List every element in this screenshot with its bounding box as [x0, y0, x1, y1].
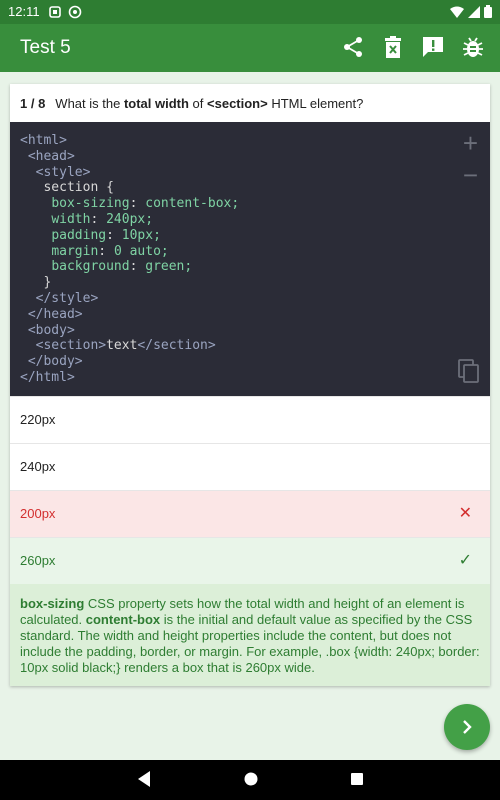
code-value: content-box; [145, 196, 240, 212]
code-value: 0 auto; [113, 243, 169, 259]
code-line: </style> [35, 290, 99, 306]
code-line: <section> [35, 338, 107, 354]
question-text-bold1: total width [123, 96, 189, 111]
notification-icon [49, 6, 61, 18]
code-line: </head> [27, 306, 83, 322]
question-text-pre: What is the [55, 96, 124, 111]
code-line: </body> [27, 354, 83, 370]
share-icon [344, 37, 362, 57]
code-line: <html> [20, 133, 67, 148]
delete-icon [385, 36, 401, 58]
answer-option[interactable]: 240px [10, 443, 490, 490]
code-prop: margin [51, 243, 99, 259]
report-button[interactable] [420, 34, 446, 60]
answer-label: 260px [20, 553, 56, 568]
code-prop: box-sizing [51, 196, 130, 212]
zoom-out-button[interactable]: − [463, 160, 478, 191]
explanation-bold: content-box [85, 612, 161, 627]
answer-label: 240px [20, 459, 56, 474]
recents-icon [351, 773, 363, 785]
code-line: } [43, 275, 52, 291]
code-line: section { [43, 180, 114, 196]
status-time: 12:11 [8, 4, 40, 19]
delete-button[interactable] [380, 34, 406, 60]
question-counter: 1 / 8 [20, 96, 46, 111]
code-line: text [106, 338, 138, 354]
zoom-in-button[interactable]: + [463, 128, 478, 159]
answer-option-wrong[interactable]: 200px ✕ [10, 490, 490, 537]
copy-icon [458, 359, 479, 383]
sync-icon [68, 5, 82, 19]
question-text-bold2: <section> [207, 96, 268, 111]
battery-icon [484, 5, 492, 18]
wrong-icon: ✕ [458, 505, 472, 522]
code-prop: background [51, 259, 130, 275]
app-bar: Test 5 [0, 24, 500, 72]
code-value: 10px; [121, 227, 161, 243]
question-text-mid: of [188, 96, 208, 111]
navigation-bar [0, 760, 500, 800]
report-icon [423, 37, 443, 57]
code-prop: width [51, 211, 91, 227]
back-nav-button[interactable] [136, 770, 152, 793]
answer-label: 200px [20, 506, 56, 521]
copy-button[interactable] [458, 359, 480, 388]
code-line: <head> [27, 148, 75, 164]
code-prop: padding [51, 227, 107, 243]
answer-option[interactable]: 220px [10, 396, 490, 443]
code-line: </section> [137, 338, 216, 354]
code-text: <html> <head> <style> section { box-sizi… [20, 133, 240, 385]
explanation-box: box-sizing CSS property sets how the tot… [10, 584, 490, 686]
answer-option-correct[interactable]: 260px ✓ [10, 537, 490, 584]
explanation-bold: box-sizing [20, 596, 85, 611]
bug-report-button[interactable] [460, 34, 486, 60]
code-line: <body> [27, 322, 75, 338]
answer-label: 220px [20, 412, 56, 427]
wifi-icon [450, 6, 464, 18]
explanation-text: box-sizing CSS property sets how the tot… [20, 596, 482, 676]
signal-icon [468, 5, 480, 18]
share-button[interactable] [340, 34, 366, 60]
home-nav-button[interactable] [243, 770, 259, 793]
bug-icon [463, 37, 483, 57]
recents-nav-button[interactable] [349, 770, 365, 793]
check-icon: ✓ [458, 552, 472, 569]
code-line: </html> [20, 369, 75, 385]
chevron-right-icon [463, 720, 472, 734]
question-card: 1 / 8 What is the total width of <section… [10, 84, 490, 686]
code-line: <style> [35, 164, 91, 180]
home-icon [244, 772, 258, 786]
next-button[interactable] [444, 704, 490, 750]
back-icon [138, 771, 150, 787]
code-value: 240px; [106, 211, 154, 227]
code-value: green; [145, 259, 193, 275]
status-bar: 12:11 [0, 0, 500, 24]
code-block: <html> <head> <style> section { box-sizi… [10, 122, 490, 396]
question-text-post: HTML element? [267, 96, 364, 111]
page-title: Test 5 [20, 37, 71, 58]
question-header: 1 / 8 What is the total width of <section… [20, 96, 363, 111]
